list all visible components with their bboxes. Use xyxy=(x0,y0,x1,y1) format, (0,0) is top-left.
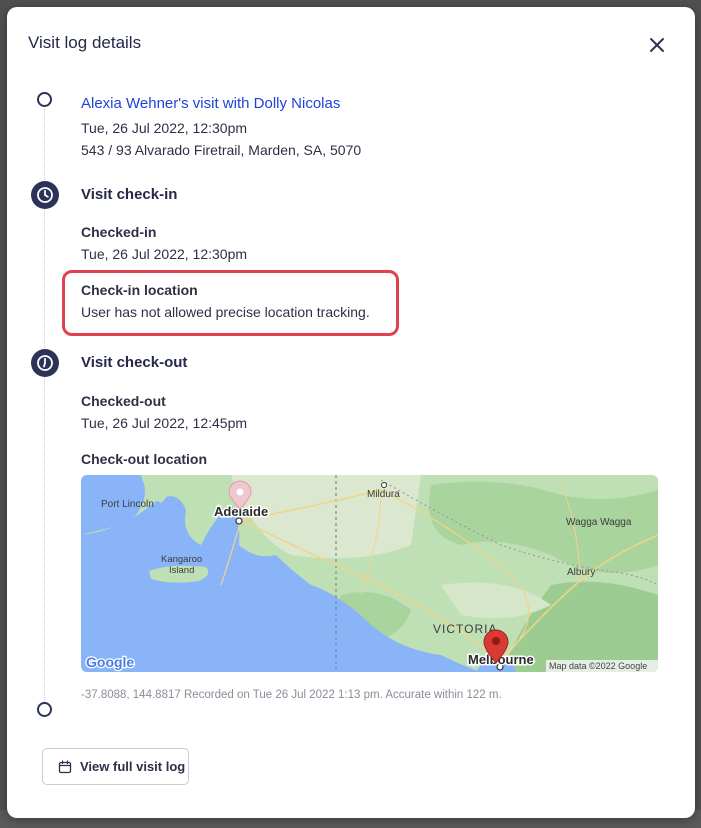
map-label-mildura: Mildura xyxy=(367,489,400,500)
timeline-end-dot xyxy=(37,702,52,717)
view-full-visit-log-button[interactable]: View full visit log xyxy=(42,748,189,785)
google-logo: Google xyxy=(86,654,134,670)
visit-title-link[interactable]: Alexia Wehner's visit with Dolly Nicolas xyxy=(81,95,340,112)
close-button[interactable] xyxy=(643,31,671,59)
check-in-location-value: User has not allowed precise location tr… xyxy=(81,304,370,320)
calendar-icon xyxy=(58,759,72,773)
check-in-heading: Visit check-in xyxy=(81,186,178,203)
check-out-location-label: Check-out location xyxy=(81,451,208,467)
checked-out-value: Tue, 26 Jul 2022, 12:45pm xyxy=(81,415,248,431)
modal-title: Visit log details xyxy=(28,33,142,52)
visit-datetime: Tue, 26 Jul 2022, 12:30pm xyxy=(81,120,248,136)
map-label-port-lincoln: Port Lincoln xyxy=(101,499,154,510)
highlight-box xyxy=(62,270,399,336)
close-icon xyxy=(650,38,664,52)
clock-icon xyxy=(31,181,59,209)
map-attribution: Map data ©2022 Google xyxy=(549,661,647,671)
checked-in-value: Tue, 26 Jul 2022, 12:30pm xyxy=(81,246,248,262)
timeline-start-dot xyxy=(37,92,52,107)
map-label-wagga: Wagga Wagga xyxy=(566,517,632,528)
recorded-coordinates: -37.8088, 144.8817 Recorded on Tue 26 Ju… xyxy=(81,689,502,701)
visit-address: 543 / 93 Alvarado Firetrail, Marden, SA,… xyxy=(81,142,362,158)
view-full-visit-log-label: View full visit log xyxy=(80,759,186,774)
checked-out-label: Checked-out xyxy=(81,393,166,409)
map-label-island: Island xyxy=(169,565,194,576)
map-label-albury: Albury xyxy=(567,567,595,578)
clock-icon xyxy=(31,349,59,377)
check-out-heading: Visit check-out xyxy=(81,354,188,371)
visit-log-modal: Visit log details Alexia Wehner's visit … xyxy=(7,7,695,818)
checked-in-label: Checked-in xyxy=(81,224,157,240)
map-label-kangaroo: Kangaroo xyxy=(161,554,202,565)
check-in-location-label: Check-in location xyxy=(81,282,198,298)
check-out-map[interactable]: Port Lincoln Adelaide Mildura Wagga Wagg… xyxy=(81,475,658,672)
